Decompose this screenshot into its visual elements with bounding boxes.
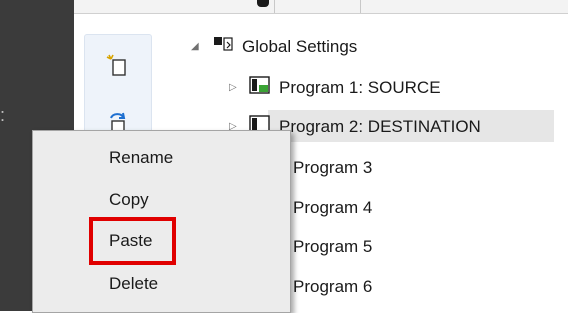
tree-node-label: Program 3 [293, 158, 373, 177]
tree-node-global-settings[interactable]: ◢ Global Settings [185, 32, 568, 62]
tree-node-label: Program 2: DESTINATION [279, 117, 481, 136]
tab-strip [74, 0, 568, 14]
tree-node-label: Program 6 [293, 277, 373, 296]
menu-item-copy[interactable]: Copy [109, 190, 149, 210]
menu-item-delete[interactable]: Delete [109, 274, 158, 294]
tab-indicator [257, 0, 269, 7]
tab-divider [360, 0, 361, 13]
new-item-button[interactable] [103, 51, 133, 81]
tree-node-label: Program 5 [293, 237, 373, 256]
context-menu: Rename Copy Paste Delete [32, 130, 291, 313]
global-settings-icon [214, 37, 233, 51]
paste-highlight-box [89, 217, 176, 265]
collapse-arrow-icon[interactable]: ◢ [191, 42, 201, 52]
expand-arrow-icon[interactable]: ▷ [229, 83, 239, 93]
menu-item-rename[interactable]: Rename [109, 148, 173, 168]
new-item-icon [106, 54, 126, 76]
tab-divider [274, 0, 275, 13]
partial-icon-edge: : [0, 105, 6, 125]
tree-node-program-1[interactable]: ▷ Program 1: SOURCE [185, 73, 568, 103]
tree-node-label: Program 4 [293, 198, 373, 217]
tree-node-label: Global Settings [242, 37, 358, 56]
tree-node-label: Program 1: SOURCE [279, 78, 441, 97]
program-icon-green [249, 76, 270, 94]
